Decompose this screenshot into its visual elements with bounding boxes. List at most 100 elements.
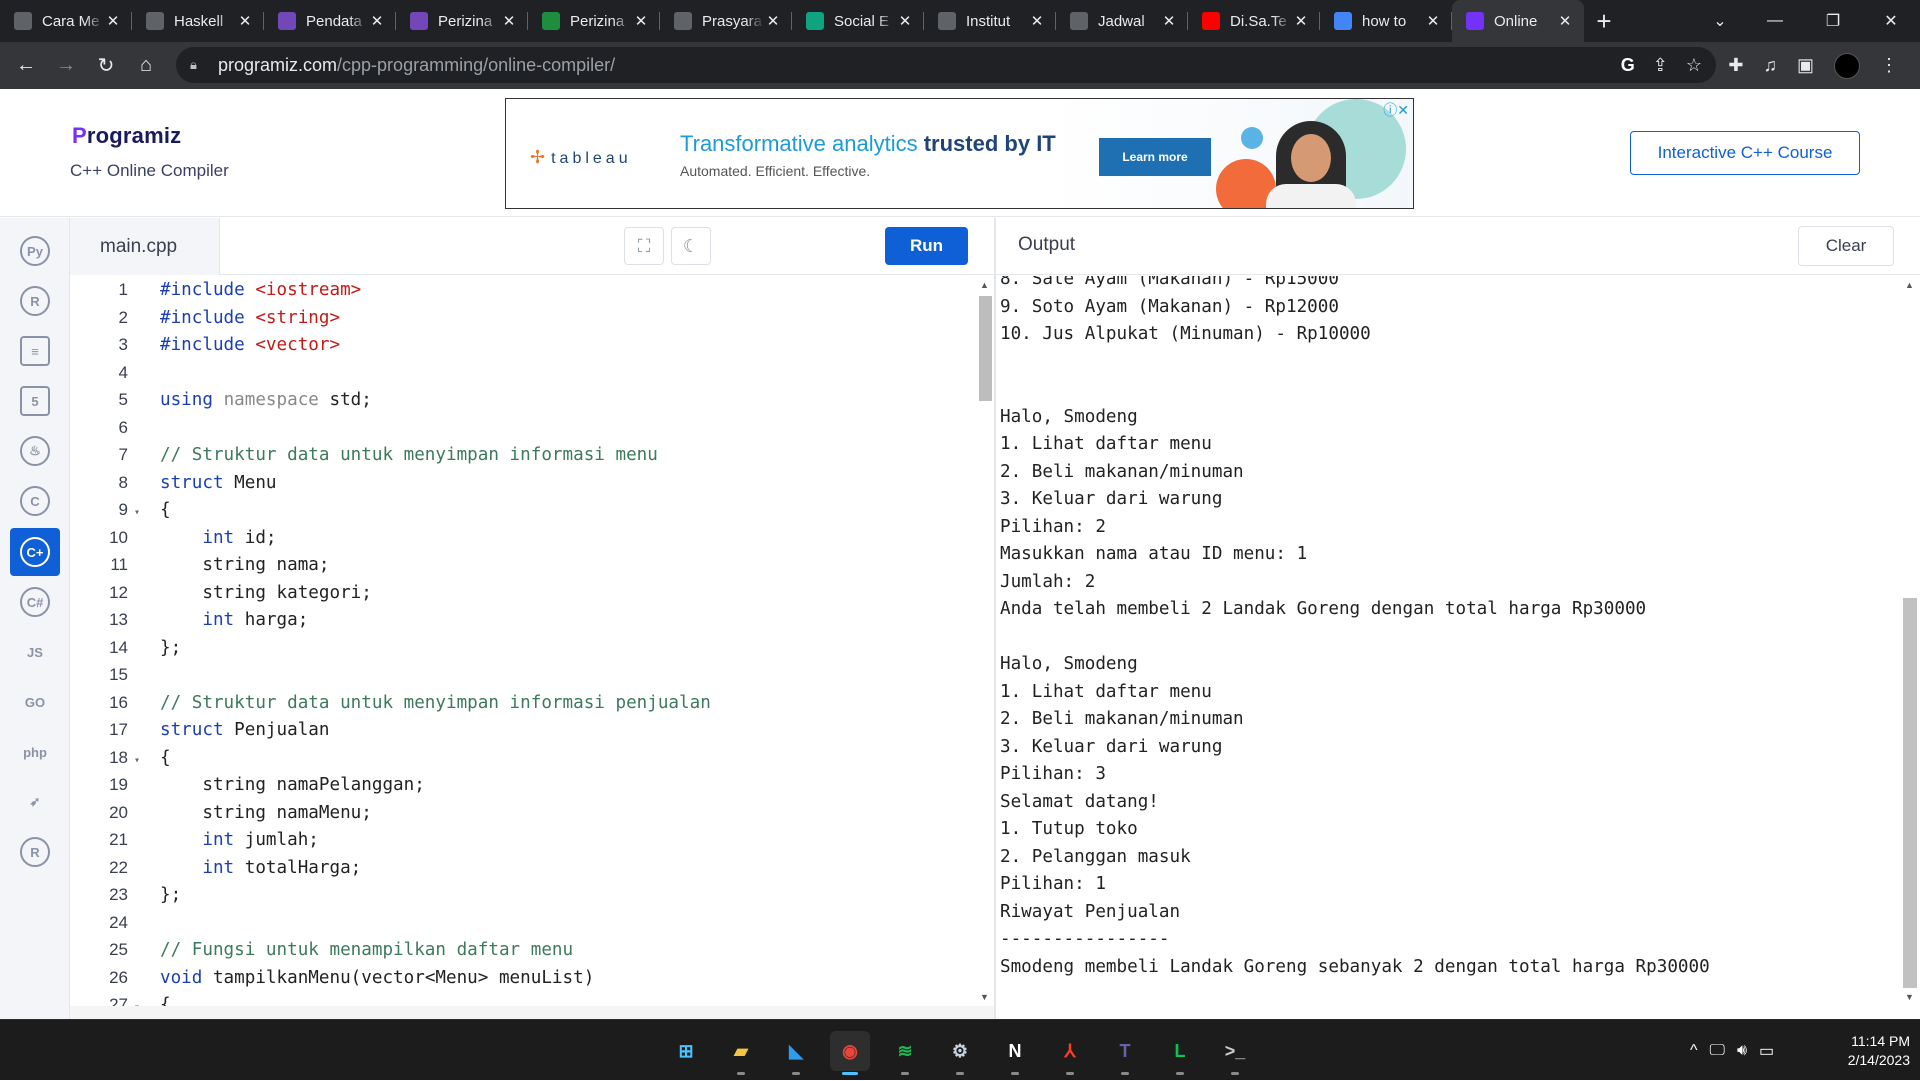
- tab-search-icon[interactable]: ⌄: [1705, 0, 1735, 42]
- fullscreen-icon[interactable]: ⛶: [624, 227, 664, 265]
- close-tab-icon[interactable]: ✕: [1292, 12, 1310, 30]
- language-python-button[interactable]: Py: [10, 227, 60, 275]
- programiz-logo[interactable]: Programiz: [72, 123, 181, 149]
- teams-icon[interactable]: T: [1105, 1031, 1145, 1075]
- close-window-icon[interactable]: ✕: [1862, 0, 1920, 42]
- browser-tab[interactable]: Jadwal ✕: [1056, 0, 1188, 42]
- scroll-up-icon[interactable]: ▲: [1905, 280, 1914, 290]
- language-csharp-button[interactable]: C#: [10, 578, 60, 626]
- system-clock[interactable]: 11:14 PM 2/14/2023: [1820, 1032, 1910, 1070]
- adchoices-icon[interactable]: ⓘ✕: [1383, 100, 1409, 120]
- volume-icon[interactable]: 🔊︎: [1737, 1042, 1747, 1060]
- editor-scrollbar[interactable]: ▲ ▼: [976, 276, 994, 1006]
- language-html5-button[interactable]: 5: [10, 377, 60, 425]
- advertisement-banner[interactable]: tableau Transformative analytics trusted…: [505, 98, 1414, 209]
- close-tab-icon[interactable]: ✕: [104, 12, 122, 30]
- close-tab-icon[interactable]: ✕: [500, 12, 518, 30]
- line-number: 9: [118, 500, 128, 519]
- spotify-icon[interactable]: ≋: [885, 1031, 925, 1075]
- browser-tab[interactable]: Prasyara ✕: [660, 0, 792, 42]
- language-swift-button[interactable]: ➶: [10, 778, 60, 826]
- close-tab-icon[interactable]: ✕: [764, 12, 782, 30]
- reload-icon[interactable]: ↻: [86, 46, 126, 86]
- new-tab-button[interactable]: +: [1584, 0, 1624, 42]
- browser-tab[interactable]: Perizina ✕: [528, 0, 660, 42]
- close-tab-icon[interactable]: ✕: [1028, 12, 1046, 30]
- extensions-icon[interactable]: ✚: [1728, 55, 1743, 76]
- close-tab-icon[interactable]: ✕: [236, 12, 254, 30]
- browser-tab[interactable]: Cara Me ✕: [0, 0, 132, 42]
- output-scrollbar-thumb[interactable]: [1903, 598, 1917, 988]
- scroll-down-icon[interactable]: ▼: [1905, 992, 1914, 1002]
- close-tab-icon[interactable]: ✕: [896, 12, 914, 30]
- interactive-course-button[interactable]: Interactive C++ Course: [1630, 131, 1860, 175]
- line-icon[interactable]: L: [1160, 1031, 1200, 1075]
- editor-scrollbar-thumb[interactable]: [979, 296, 992, 401]
- forward-icon[interactable]: →: [46, 46, 86, 86]
- clear-button[interactable]: Clear: [1798, 226, 1894, 266]
- chevron-up-icon[interactable]: ^: [1690, 1042, 1698, 1060]
- minimize-icon[interactable]: —: [1746, 0, 1804, 42]
- notion-icon[interactable]: N: [995, 1031, 1035, 1075]
- bookmark-star-icon[interactable]: ☆: [1686, 55, 1702, 76]
- share-icon[interactable]: ⇪: [1653, 55, 1668, 76]
- google-lens-icon[interactable]: G: [1621, 55, 1635, 76]
- home-icon[interactable]: ⌂: [126, 46, 166, 86]
- output-console[interactable]: 8. Sate Ayam (Makanan) - Rp15000 9. Soto …: [996, 276, 1900, 1006]
- ad-learn-more-button[interactable]: Learn more: [1099, 138, 1211, 176]
- language-sql-button[interactable]: ≡: [10, 327, 60, 375]
- close-tab-icon[interactable]: ✕: [632, 12, 650, 30]
- restore-icon[interactable]: ❐: [1804, 0, 1862, 42]
- language-cpp-button[interactable]: C+: [10, 528, 60, 576]
- vscode-icon[interactable]: ◣: [776, 1031, 816, 1075]
- tab-title: Di.Sa.Te: [1230, 12, 1287, 30]
- media-control-icon[interactable]: ♫: [1763, 55, 1777, 76]
- battery-icon[interactable]: ▭: [1759, 1041, 1774, 1061]
- browser-tab[interactable]: Perizina ✕: [396, 0, 528, 42]
- language-js-button[interactable]: JS: [10, 628, 60, 676]
- browser-tab[interactable]: Haskell ✕: [132, 0, 264, 42]
- address-bar[interactable]: 🔒︎ programiz.com/cpp-programming/online-…: [176, 47, 1716, 83]
- language-c-button[interactable]: C: [10, 477, 60, 525]
- language-java-button[interactable]: ♨: [10, 427, 60, 475]
- fold-arrow-icon[interactable]: ▾: [128, 994, 140, 1006]
- run-button[interactable]: Run: [885, 227, 968, 265]
- browser-tab[interactable]: Social E ✕: [792, 0, 924, 42]
- browser-tab[interactable]: how to ✕: [1320, 0, 1452, 42]
- browser-tab[interactable]: Institut ✕: [924, 0, 1056, 42]
- output-line: Masukkan nama atau ID menu: 1: [1000, 544, 1308, 564]
- file-explorer-icon[interactable]: ▰: [721, 1031, 761, 1075]
- language-php-button[interactable]: php: [10, 728, 60, 776]
- dark-mode-icon[interactable]: ☾: [671, 227, 711, 265]
- file-tab-main-cpp[interactable]: main.cpp: [70, 218, 220, 275]
- close-tab-icon[interactable]: ✕: [1160, 12, 1178, 30]
- close-tab-icon[interactable]: ✕: [368, 12, 386, 30]
- browser-tab[interactable]: Di.Sa.Te ✕: [1188, 0, 1320, 42]
- back-icon[interactable]: ←: [6, 46, 46, 86]
- browser-tab[interactable]: Online ✕: [1452, 0, 1584, 42]
- chrome-icon[interactable]: ◉: [830, 1031, 870, 1075]
- language-rust-button[interactable]: R: [10, 828, 60, 876]
- profile-avatar[interactable]: [1834, 52, 1860, 79]
- terminal-icon[interactable]: >_: [1215, 1031, 1255, 1075]
- close-tab-icon[interactable]: ✕: [1556, 12, 1574, 30]
- side-panel-icon[interactable]: ▣: [1797, 55, 1814, 76]
- code-text: // Struktur data untuk menyimpan informa…: [160, 692, 711, 713]
- code-editor[interactable]: 1 #include <iostream> 2 #include <string> 3 #…: [70, 276, 976, 1006]
- scroll-down-icon[interactable]: ▼: [980, 992, 989, 1002]
- network-icon[interactable]: 🖵︎: [1710, 1042, 1725, 1060]
- output-scrollbar[interactable]: ▲ ▼: [1900, 276, 1920, 1006]
- php-icon: php: [23, 744, 47, 760]
- close-tab-icon[interactable]: ✕: [1424, 12, 1442, 30]
- steam-icon[interactable]: ⚙: [940, 1031, 980, 1075]
- language-r-button[interactable]: R: [10, 277, 60, 325]
- chrome-menu-icon[interactable]: ⋮: [1880, 55, 1898, 76]
- scroll-up-icon[interactable]: ▲: [980, 280, 989, 290]
- editor-horizontal-scrollbar[interactable]: [70, 1006, 994, 1019]
- fold-arrow-icon[interactable]: ▾: [128, 499, 140, 527]
- windows-start-icon[interactable]: ⊞: [666, 1031, 706, 1071]
- acrobat-icon[interactable]: ⅄: [1050, 1031, 1090, 1075]
- browser-tab[interactable]: Pendata ✕: [264, 0, 396, 42]
- fold-arrow-icon[interactable]: ▾: [128, 747, 140, 775]
- language-go-button[interactable]: GO: [10, 678, 60, 726]
